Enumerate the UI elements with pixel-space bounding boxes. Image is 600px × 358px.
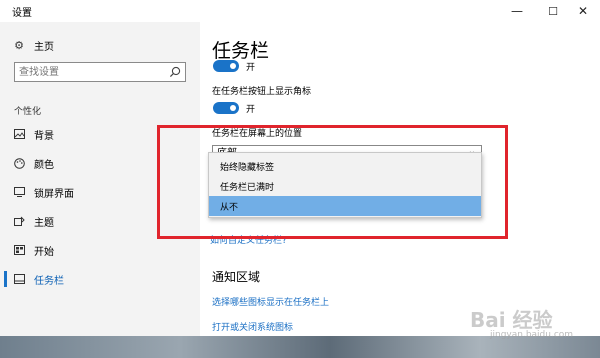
close-button[interactable]: ✕ <box>566 0 600 22</box>
menu-option-label: 从不 <box>220 202 239 213</box>
palette-icon <box>13 157 25 169</box>
minimize-icon: — <box>511 4 523 18</box>
menu-option-label: 任务栏已满时 <box>220 182 275 193</box>
menu-option-always-hide[interactable]: 始终隐藏标签 <box>209 156 481 176</box>
watermark-subtext: jingyan.baidu.com <box>490 330 574 340</box>
maximize-button[interactable]: ☐ <box>536 0 570 22</box>
close-icon: ✕ <box>577 4 589 18</box>
minimize-button[interactable]: — <box>500 0 534 22</box>
watermark-text: Bai 经验 <box>470 308 553 332</box>
sidebar-item-lock-screen[interactable]: 锁屏界面 <box>0 180 200 204</box>
sidebar-item-label: 背景 <box>34 130 54 142</box>
gear-icon: ⚙ <box>14 38 24 52</box>
position-setting-label: 任务栏在屏幕上的位置 <box>212 129 303 139</box>
section-label-personalization: 个性化 <box>14 107 42 117</box>
sidebar-item-label: 主题 <box>34 217 54 229</box>
taskbar-toggle-1[interactable] <box>213 60 239 72</box>
sidebar-item-taskbar[interactable]: 任务栏 <box>0 267 200 291</box>
window-title: 设置 <box>12 8 32 19</box>
toggle-1-state-label: 开 <box>246 63 256 73</box>
sidebar-item-label: 开始 <box>34 246 54 258</box>
title-bar: 设置 — ☐ ✕ <box>0 0 600 22</box>
customize-taskbar-link[interactable]: 如何自定义任务栏? <box>210 233 287 246</box>
sidebar-item-background[interactable]: 背景 <box>0 122 200 146</box>
badges-toggle[interactable] <box>213 102 239 114</box>
notification-area-title: 通知区域 <box>212 270 261 284</box>
monitor-icon <box>13 186 25 198</box>
menu-option-when-full[interactable]: 任务栏已满时 <box>209 176 481 196</box>
search-icon[interactable] <box>168 65 182 79</box>
system-icons-link[interactable]: 打开或关闭系统图标 <box>212 320 293 333</box>
sidebar-item-home[interactable]: ⚙ 主页 <box>0 33 200 57</box>
settings-window: 设置 — ☐ ✕ ⚙ 主页 个性化 背景 <box>0 0 600 358</box>
sidebar-item-colors[interactable]: 颜色 <box>0 151 200 175</box>
menu-option-never[interactable]: 从不 <box>209 196 481 216</box>
badges-setting-label: 在任务栏按钮上显示角标 <box>212 87 312 97</box>
search-box[interactable] <box>14 62 186 82</box>
menu-option-label: 始终隐藏标签 <box>220 162 275 173</box>
baidu-watermark: Bai 经验 jingyan.baidu.com <box>470 300 595 348</box>
picture-icon <box>13 128 25 140</box>
sidebar-item-label: 主页 <box>34 41 54 53</box>
search-input[interactable] <box>19 64 169 80</box>
page-title: 任务栏 <box>212 40 270 62</box>
theme-icon <box>13 215 25 227</box>
start-icon <box>13 244 25 256</box>
sidebar-item-themes[interactable]: 主题 <box>0 209 200 233</box>
taskbar-icon <box>13 273 25 285</box>
combine-buttons-menu: 始终隐藏标签 任务栏已满时 从不 <box>208 152 482 218</box>
sidebar-item-label: 任务栏 <box>34 275 64 287</box>
sidebar-item-label: 锁屏界面 <box>34 188 74 200</box>
select-icons-link[interactable]: 选择哪些图标显示在任务栏上 <box>212 295 329 308</box>
sidebar: ⚙ 主页 个性化 背景 颜色 锁屏界面 <box>0 22 200 358</box>
toggle-2-state-label: 开 <box>246 105 256 115</box>
sidebar-item-start[interactable]: 开始 <box>0 238 200 262</box>
maximize-icon: ☐ <box>548 4 558 18</box>
sidebar-item-label: 颜色 <box>34 159 54 171</box>
